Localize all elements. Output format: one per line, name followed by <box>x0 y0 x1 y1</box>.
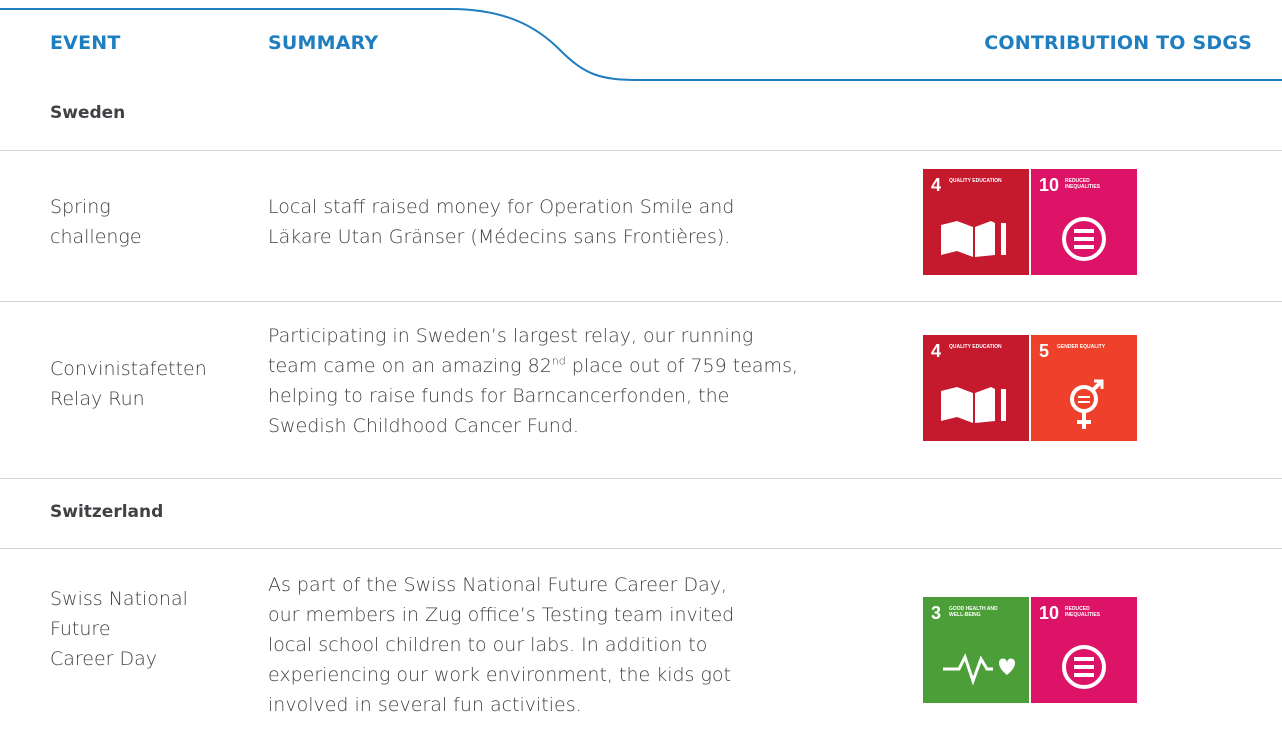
summary-line: experiencing our work environment, the k… <box>268 664 731 686</box>
column-header-contribution: CONTRIBUTION TO SDGS <box>984 32 1252 54</box>
summary-text: place out of 759 teams, <box>565 355 799 377</box>
section-title-sweden: Sweden <box>50 103 126 123</box>
event-line: Convinistafetten <box>50 358 207 380</box>
event-name: Spring challenge <box>50 192 142 252</box>
gender-equality-icon <box>1070 379 1104 429</box>
sdg-icons: 4 QUALITY EDUCATION 5 GENDER EQUALITY <box>923 335 1137 441</box>
event-summary: Local staff raised money for Operation S… <box>268 192 878 252</box>
divider <box>0 478 1282 479</box>
sdg-10-tile: 10 REDUCED INEQUALITIES <box>1031 169 1137 275</box>
equals-circle-icon <box>1062 217 1106 261</box>
sdg-5-tile: 5 GENDER EQUALITY <box>1031 335 1137 441</box>
summary-line: Läkare Utan Gränser (Médecins sans Front… <box>268 226 731 248</box>
event-name: Convinistafetten Relay Run <box>50 354 207 414</box>
summary-text: team came on an amazing 82 <box>268 355 552 377</box>
event-summary: Participating in Sweden’s largest relay,… <box>268 321 878 441</box>
event-line: Future <box>50 618 111 640</box>
summary-line: helping to raise funds for Barncancerfon… <box>268 385 730 407</box>
sdg-4-tile: 4 QUALITY EDUCATION <box>923 335 1029 441</box>
heartbeat-icon <box>943 653 1015 686</box>
summary-line: local school children to our labs. In ad… <box>268 634 708 656</box>
event-summary: As part of the Swiss National Future Car… <box>268 570 878 720</box>
section-title-switzerland: Switzerland <box>50 502 164 522</box>
divider <box>0 301 1282 302</box>
summary-line: Swedish Childhood Cancer Fund. <box>268 415 579 437</box>
column-header-summary: SUMMARY <box>268 32 379 54</box>
column-header-event: EVENT <box>50 32 121 54</box>
summary-line: Local staff raised money for Operation S… <box>268 196 735 218</box>
summary-line: involved in several fun activities. <box>268 694 582 716</box>
divider <box>0 150 1282 151</box>
summary-line: team came on an amazing 82nd place out o… <box>268 351 878 381</box>
book-pencil-icon <box>941 387 1006 423</box>
sdg-10-tile: 10 REDUCED INEQUALITIES <box>1031 597 1137 703</box>
sdg-3-tile: 3 GOOD HEALTH AND WELL-BEING <box>923 597 1029 703</box>
equals-circle-icon <box>1062 645 1106 689</box>
ordinal-suffix: nd <box>551 354 566 368</box>
divider <box>0 548 1282 549</box>
sdg-4-tile: 4 QUALITY EDUCATION <box>923 169 1029 275</box>
event-line: Relay Run <box>50 388 145 410</box>
sdg-icons: 3 GOOD HEALTH AND WELL-BEING 10 REDUCED … <box>923 597 1137 703</box>
event-name: Swiss National Future Career Day <box>50 584 188 674</box>
event-line: Spring <box>50 196 111 218</box>
event-line: challenge <box>50 226 142 248</box>
event-line: Career Day <box>50 648 158 670</box>
summary-line: Participating in Sweden’s largest relay,… <box>268 325 754 347</box>
event-line: Swiss National <box>50 588 188 610</box>
sdg-icons: 4 QUALITY EDUCATION 10 REDUCED INEQUALIT… <box>923 169 1137 275</box>
summary-line: As part of the Swiss National Future Car… <box>268 574 728 596</box>
summary-line: our members in Zug office’s Testing team… <box>268 604 735 626</box>
book-pencil-icon <box>941 221 1006 257</box>
